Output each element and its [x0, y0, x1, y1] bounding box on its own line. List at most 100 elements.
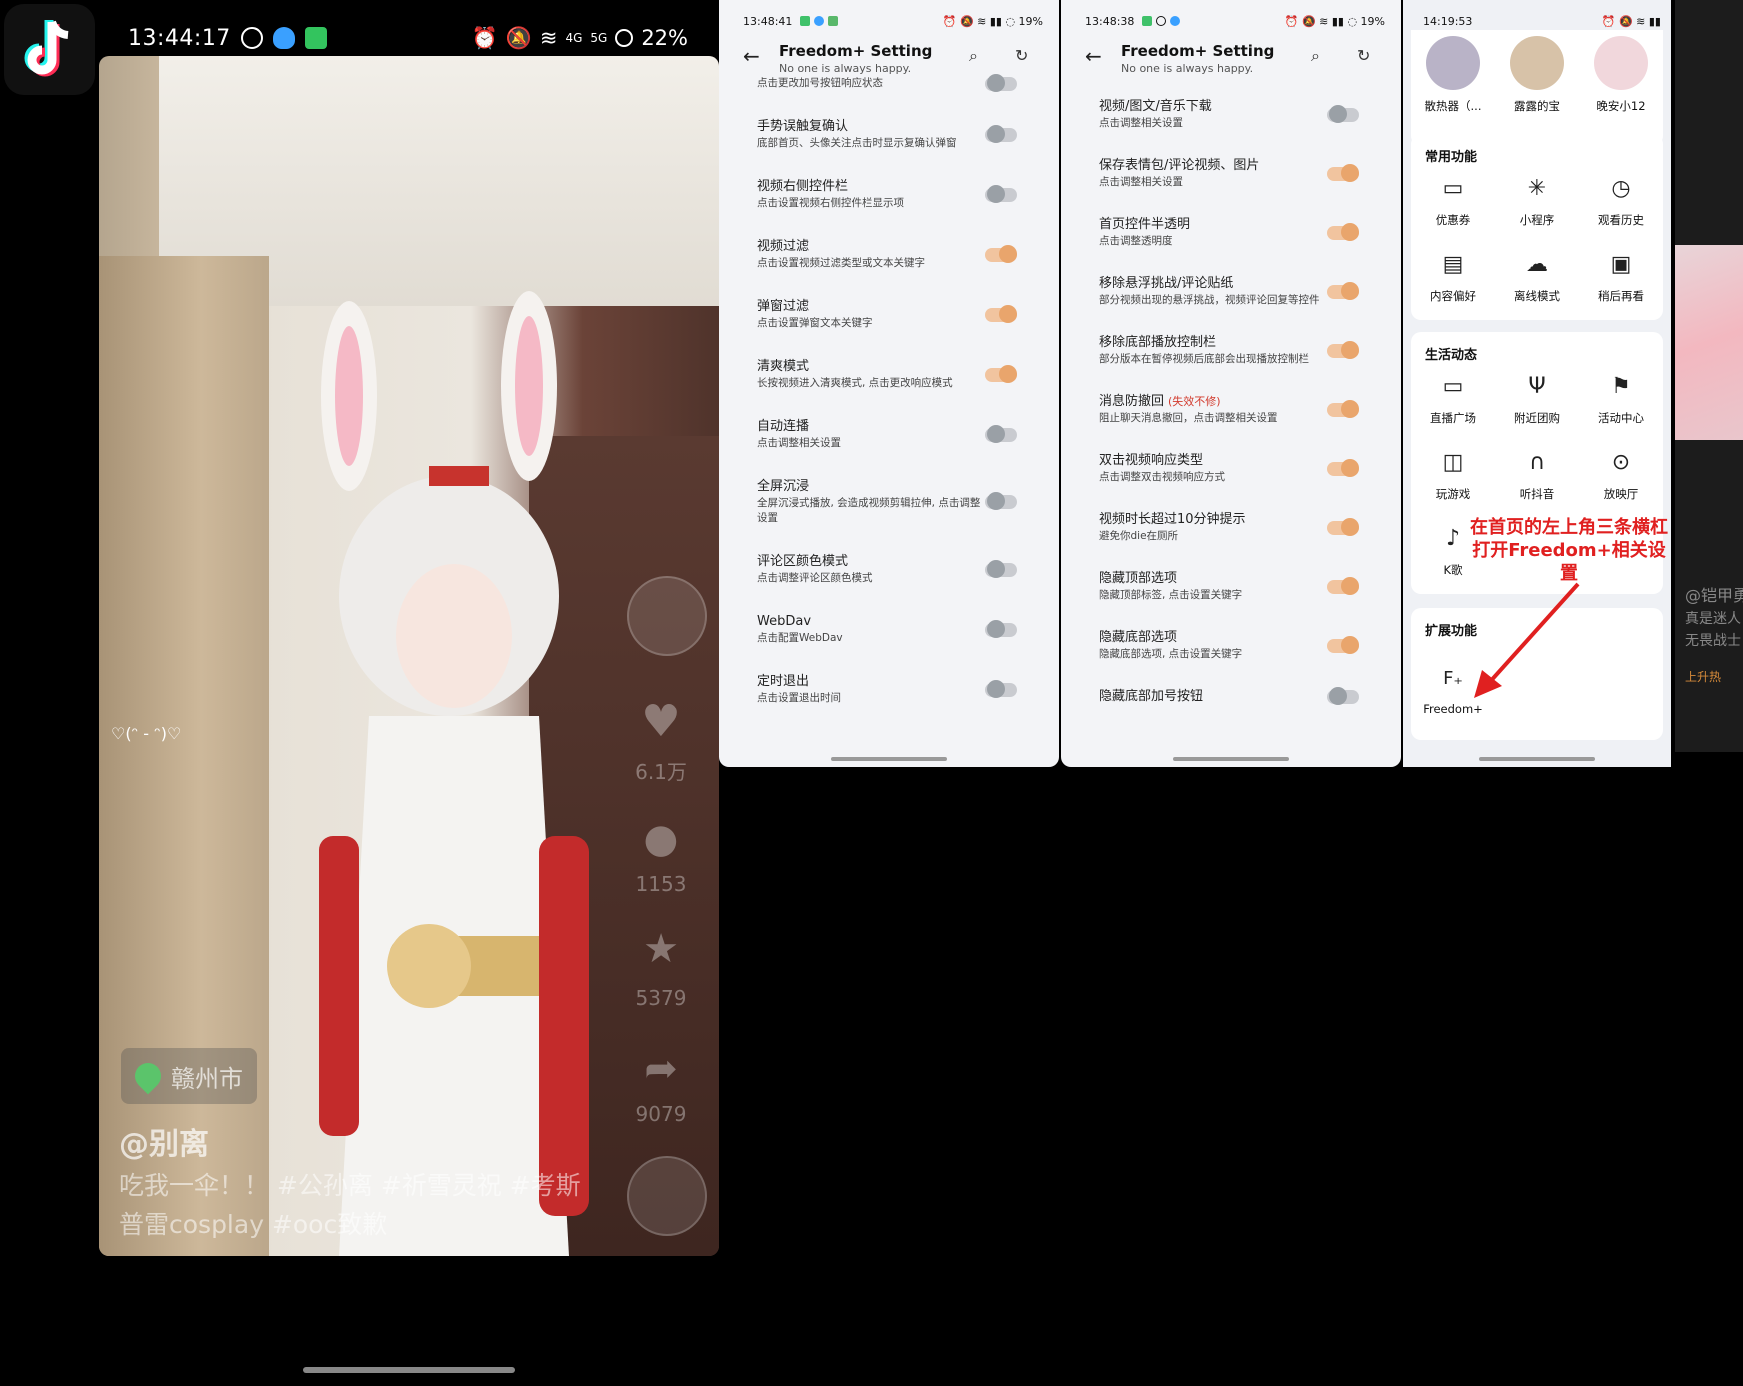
menu-item[interactable]: ⊙ 放映厅 [1579, 448, 1663, 502]
settings-row[interactable]: 点击更改加号按钮响应状态 [719, 73, 1059, 92]
settings-row[interactable]: 视频过滤 点击设置视频过滤类型或文本关键字 [719, 238, 1059, 271]
setting-description: 点击配置WebDav [757, 632, 843, 644]
settings-row[interactable]: WebDav 点击配置WebDav [719, 613, 1059, 646]
setting-toggle[interactable] [1327, 281, 1359, 300]
menu-item[interactable]: ▣ 稍后再看 [1579, 250, 1663, 304]
menu-item[interactable]: ▭ 直播广场 [1411, 372, 1495, 426]
menu-item[interactable]: Ψ 附近团购 [1495, 372, 1579, 426]
setting-toggle[interactable] [985, 304, 1017, 323]
menu-item[interactable]: ∩ 听抖音 [1495, 448, 1579, 502]
setting-toggle[interactable] [985, 364, 1017, 383]
settings-row[interactable]: 保存表情包/评论视频、图片 点击调整相关设置 [1061, 157, 1401, 190]
toggle-knob [987, 424, 1005, 443]
settings-row[interactable]: 定时退出 点击设置退出时间 [719, 673, 1059, 706]
settings-row[interactable]: 清爽模式 长按视频进入清爽模式, 点击更改响应模式 [719, 358, 1059, 391]
setting-toggle[interactable] [1327, 576, 1359, 595]
setting-toggle[interactable] [1327, 635, 1359, 654]
restart-icon[interactable]: ↻ [1015, 46, 1028, 65]
setting-toggle[interactable] [1327, 517, 1359, 536]
settings-row[interactable]: 移除悬浮挑战/评论贴纸 部分视频出现的悬浮挑战，视频评论回复等控件 [1061, 275, 1401, 308]
toggle-knob [1341, 458, 1359, 477]
toggle-knob [1341, 576, 1359, 595]
setting-description: 隐藏顶部标签, 点击设置关键字 [1099, 589, 1243, 601]
settings-row[interactable]: 隐藏顶部选项 隐藏顶部标签, 点击设置关键字 [1061, 570, 1401, 603]
setting-description: 避免你die在厕所 [1099, 530, 1179, 542]
back-arrow-icon[interactable]: ← [743, 44, 760, 68]
video-caption[interactable]: 吃我一伞！！ #公孙离 #祈雪灵祝 #考斯普雷cosplay #ooc致歉 [119, 1166, 599, 1244]
setting-description: 点击更改加号按钮响应状态 [757, 77, 883, 89]
settings-row[interactable]: 弹窗过滤 点击设置弹窗文本关键字 [719, 298, 1059, 331]
setting-toggle[interactable] [1327, 340, 1359, 359]
music-disc-icon[interactable] [627, 1156, 707, 1236]
friend-item[interactable]: 露露的宝 [1495, 36, 1579, 114]
setting-title: WebDav [757, 614, 812, 629]
settings-row[interactable]: 自动连播 点击调整相关设置 [719, 418, 1059, 451]
search-settings-icon[interactable]: ⌕ [1311, 46, 1320, 66]
settings-row[interactable]: 消息防撤回 (失效不修) 阻止聊天消息撤回，点击调整相关设置 [1061, 393, 1401, 426]
settings-row[interactable]: 视频右侧控件栏 点击设置视频右侧控件栏显示项 [719, 178, 1059, 211]
settings-row[interactable]: 隐藏底部加号按钮 [1061, 687, 1401, 706]
setting-toggle[interactable] [1327, 104, 1359, 123]
settings-row[interactable]: 双击视频响应类型 点击调整双击视频响应方式 [1061, 452, 1401, 485]
setting-toggle[interactable] [1327, 399, 1359, 418]
home-indicator[interactable] [1479, 757, 1595, 761]
setting-toggle[interactable] [1327, 687, 1359, 705]
setting-toggle[interactable] [1327, 163, 1359, 182]
settings-row[interactable]: 隐藏底部选项 隐藏底部选项, 点击设置关键字 [1061, 629, 1401, 662]
home-indicator[interactable] [831, 757, 947, 761]
author-avatar[interactable] [627, 576, 707, 656]
comment-icon[interactable]: ● [631, 816, 691, 862]
setting-toggle[interactable] [985, 492, 1017, 510]
settings-row[interactable]: 评论区颜色模式 点击调整评论区颜色模式 [719, 553, 1059, 586]
setting-toggle[interactable] [985, 679, 1017, 698]
setting-toggle[interactable] [985, 244, 1017, 263]
favorite-icon[interactable]: ★ [631, 926, 691, 972]
setting-toggle[interactable] [985, 559, 1017, 578]
friend-name: 散热器（... [1424, 99, 1482, 113]
location-tag[interactable]: 赣州市 [121, 1048, 257, 1104]
menu-item[interactable]: ▭ 优惠券 [1411, 174, 1495, 228]
menu-item[interactable]: ⚑ 活动中心 [1579, 372, 1663, 426]
home-indicator[interactable] [1173, 757, 1289, 761]
settings-row[interactable]: 移除底部播放控制栏 部分版本在暂停视频后底部会出现播放控制栏 [1061, 334, 1401, 367]
setting-toggle[interactable] [985, 619, 1017, 638]
setting-description: 全屏沉浸式播放, 会造成视频剪辑拉伸, 点击调整设置 [757, 497, 981, 524]
settings-row[interactable]: 视频/图文/音乐下载 点击调整相关设置 [1061, 98, 1401, 131]
setting-toggle[interactable] [985, 184, 1017, 203]
back-arrow-icon[interactable]: ← [1085, 44, 1102, 68]
qq-icon [272, 27, 295, 49]
restart-icon[interactable]: ↻ [1357, 46, 1370, 65]
preview-line: 无畏战士 [1685, 633, 1741, 649]
setting-toggle[interactable] [1327, 222, 1359, 241]
setting-toggle[interactable] [985, 424, 1017, 443]
setting-toggle[interactable] [985, 73, 1017, 92]
home-indicator[interactable] [303, 1367, 515, 1373]
setting-title: 弹窗过滤 [757, 299, 810, 314]
menu-item[interactable]: ☁ 离线模式 [1495, 250, 1579, 304]
setting-toggle[interactable] [1327, 458, 1359, 477]
video-player[interactable]: ♡(ᵔ - ᵔ)♡ ♥ 6.1万 ● 1153 ★ 5379 ➦ 9079 赣州… [99, 56, 719, 1256]
setting-toggle[interactable] [985, 124, 1017, 143]
battery-level: 19% [1018, 14, 1043, 28]
friend-item[interactable]: 晚安小12 [1579, 36, 1663, 114]
settings-row[interactable]: 全屏沉浸全屏沉浸式播放, 会造成视频剪辑拉伸, 点击调整设置 [719, 478, 1059, 526]
video-author[interactable]: @别离 [119, 1119, 209, 1163]
menu-item[interactable]: ▤ 内容偏好 [1411, 250, 1495, 304]
setting-title: 手势误触复确认 [757, 119, 849, 134]
setting-description: 点击调整相关设置 [1099, 176, 1183, 188]
friend-avatar [1594, 36, 1648, 90]
friend-avatar [1426, 36, 1480, 90]
settings-row[interactable]: 视频时长超过10分钟提示 避免你die在厕所 [1061, 511, 1401, 544]
menu-item[interactable]: ◫ 玩游戏 [1411, 448, 1495, 502]
search-settings-icon[interactable]: ⌕ [969, 46, 978, 66]
friend-item[interactable]: 散热器（... [1411, 36, 1495, 114]
setting-title: 隐藏底部选项 [1099, 630, 1178, 645]
setting-title: 全屏沉浸 [757, 479, 810, 494]
like-icon[interactable]: ♥ [631, 696, 691, 747]
settings-row[interactable]: 首页控件半透明 点击调整透明度 [1061, 216, 1401, 249]
next-video-preview[interactable]: @铠甲勇 真是迷人 无畏战士 上升热 [1675, 0, 1743, 752]
settings-row[interactable]: 手势误触复确认 底部首页、头像关注点击时显示复确认弹窗 [719, 118, 1059, 151]
share-icon[interactable]: ➦ [631, 1046, 691, 1092]
menu-item[interactable]: ◷ 观看历史 [1579, 174, 1663, 228]
menu-item[interactable]: ✳ 小程序 [1495, 174, 1579, 228]
